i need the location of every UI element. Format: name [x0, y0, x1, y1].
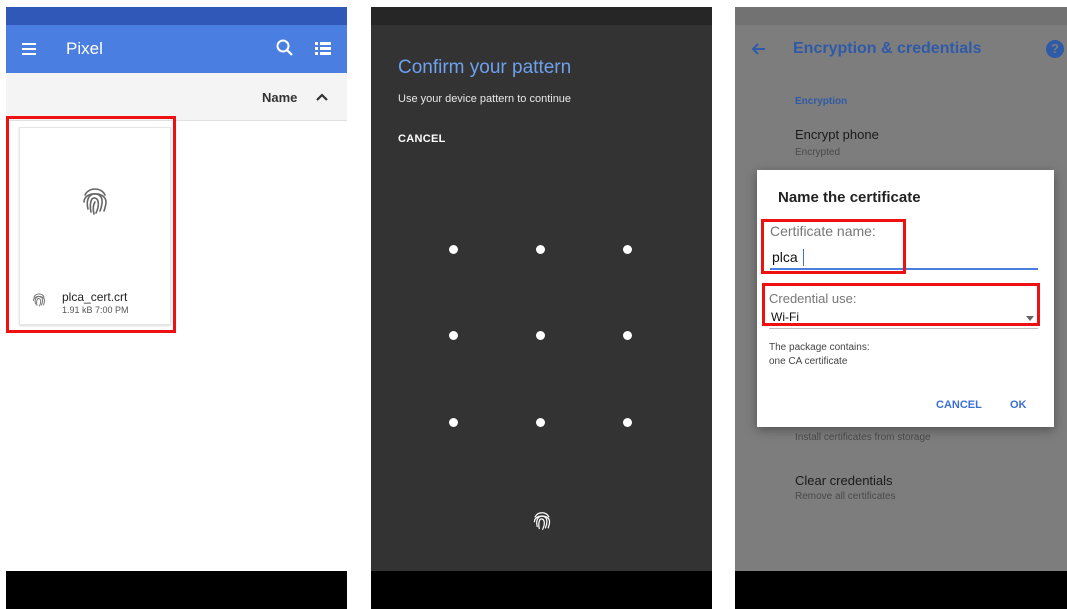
cancel-button[interactable]: CANCEL	[398, 133, 446, 145]
credentials-screen: Encryption & credentials ? Encryption En…	[735, 7, 1067, 609]
dialog-title: Name the certificate	[778, 189, 921, 206]
pattern-dot[interactable]	[623, 331, 632, 340]
clear-credentials-subtitle: Remove all certificates	[795, 491, 896, 502]
dialog-cancel-button[interactable]: CANCEL	[936, 399, 982, 411]
help-icon[interactable]: ?	[1046, 40, 1064, 58]
pattern-dot[interactable]	[623, 418, 632, 427]
pattern-dot[interactable]	[449, 418, 458, 427]
search-icon[interactable]	[274, 37, 296, 59]
page-title: Encryption & credentials	[793, 40, 982, 57]
status-bar	[6, 7, 347, 25]
app-bar: Encryption & credentials ?	[735, 25, 1067, 73]
pattern-dot[interactable]	[623, 245, 632, 254]
pattern-dot[interactable]	[449, 331, 458, 340]
pattern-dot[interactable]	[536, 245, 545, 254]
certificate-name-highlight	[761, 219, 906, 274]
pattern-dot[interactable]	[536, 331, 545, 340]
file-card-highlight	[6, 116, 176, 333]
sort-bar: Name	[6, 73, 347, 121]
status-bar	[371, 7, 712, 25]
pattern-subtitle: Use your device pattern to continue	[398, 93, 572, 105]
sort-ascending-icon[interactable]	[314, 89, 330, 105]
menu-icon[interactable]	[20, 39, 40, 59]
sort-label[interactable]: Name	[262, 90, 297, 105]
credential-use-highlight	[762, 283, 1040, 326]
encrypt-phone-status: Encrypted	[795, 147, 841, 158]
app-toolbar: Pixel	[6, 25, 347, 73]
toolbar-title: Pixel	[66, 39, 103, 58]
nav-bar	[735, 571, 1067, 609]
files-app-screen: Pixel Name plca_cert.crt 1.91 kB 7:00 PM	[6, 7, 347, 609]
clear-credentials-title[interactable]: Clear credentials	[795, 473, 893, 488]
list-view-icon[interactable]	[313, 38, 333, 58]
section-header: Encryption	[795, 96, 848, 107]
nav-bar	[371, 571, 712, 609]
pattern-screen: Confirm your pattern Use your device pat…	[371, 7, 712, 609]
install-storage-subtitle: Install certificates from storage	[795, 432, 931, 443]
pattern-dot[interactable]	[536, 418, 545, 427]
fingerprint-icon[interactable]	[531, 510, 553, 532]
status-bar	[735, 7, 1067, 25]
dialog-ok-button[interactable]: OK	[1010, 399, 1027, 411]
encrypt-phone-title[interactable]: Encrypt phone	[795, 127, 879, 142]
package-info-line2: one CA certificate	[769, 356, 848, 367]
pattern-dot[interactable]	[449, 245, 458, 254]
pattern-title: Confirm your pattern	[398, 57, 572, 78]
nav-bar	[6, 571, 347, 609]
back-arrow-icon[interactable]	[749, 39, 769, 59]
package-info-line1: The package contains:	[769, 342, 870, 353]
